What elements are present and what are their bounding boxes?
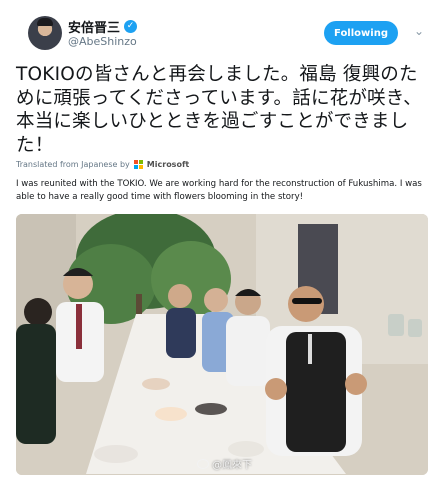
verified-badge-icon: ✓ <box>124 20 138 33</box>
translated-text: I was reunited with the TOKIO. We are wo… <box>16 179 422 202</box>
tweet-text: TOKIOの皆さんと再会しました。福島 復興のために頑張ってくださっています。話… <box>16 64 422 156</box>
name-row: 安倍晋三 ✓ <box>68 17 138 36</box>
tweet-photo[interactable] <box>16 214 428 475</box>
chevron-down-icon[interactable]: ⌄ <box>412 24 426 38</box>
translated-from-label: Translated from Japanese by <box>16 160 130 169</box>
photo-illustration <box>16 214 428 475</box>
translation-attribution: Translated from Japanese by Microsoft <box>16 160 189 169</box>
photo-watermark: @鳳來下 <box>197 456 252 471</box>
microsoft-logo-icon <box>133 160 143 169</box>
watermark-text: @鳳來下 <box>212 460 252 471</box>
tweet-card: 安倍晋三 ✓ @AbeShinzo Following ⌄ TOKIOの皆さんと… <box>0 0 440 481</box>
following-button[interactable]: Following <box>324 21 398 45</box>
avatar[interactable] <box>28 16 62 50</box>
translator-name: Microsoft <box>146 160 190 169</box>
user-handle[interactable]: @AbeShinzo <box>68 35 137 48</box>
weibo-icon <box>197 458 209 469</box>
display-name[interactable]: 安倍晋三 <box>68 17 120 36</box>
